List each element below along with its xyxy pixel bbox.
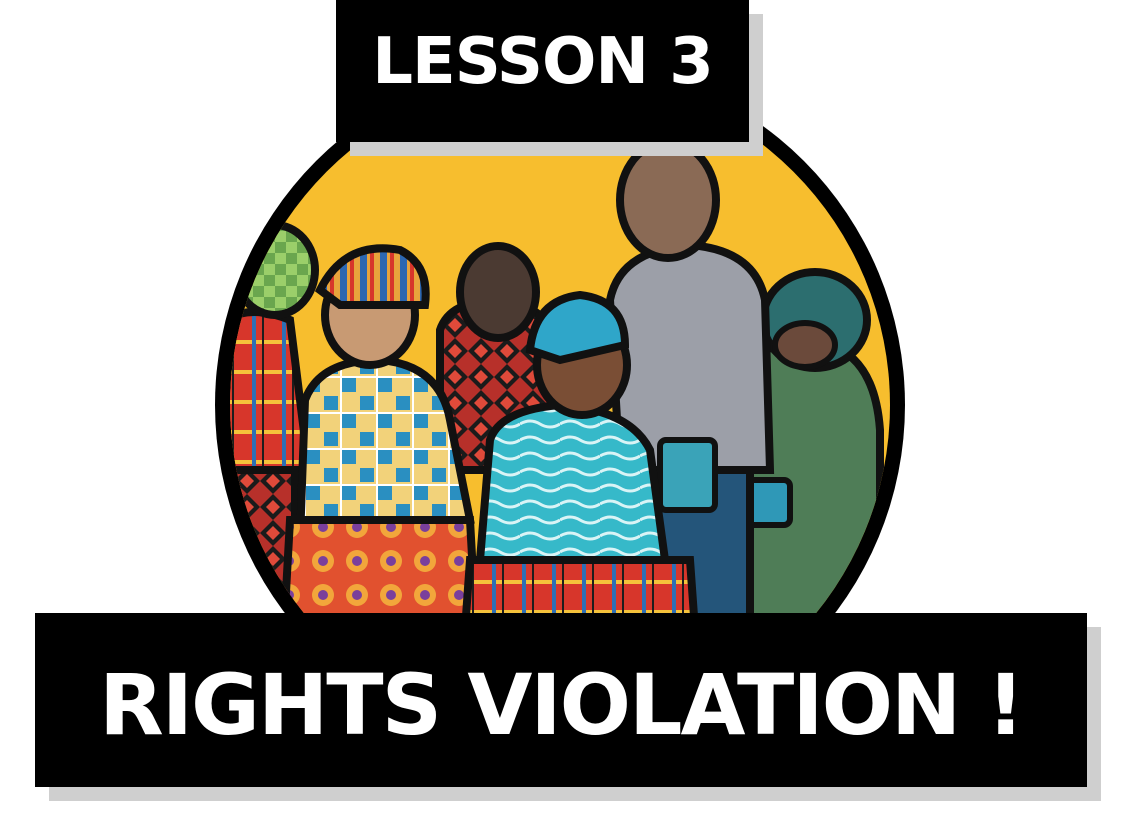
lesson-label: LESSON 3	[372, 25, 714, 99]
lesson-title: RIGHTS VIOLATION !	[99, 656, 1025, 754]
title-banner: RIGHTS VIOLATION !	[35, 613, 1087, 787]
lesson-card: LESSON 3 RIGHTS VIOLATION !	[0, 0, 1135, 824]
lesson-label-box: LESSON 3	[336, 0, 749, 142]
